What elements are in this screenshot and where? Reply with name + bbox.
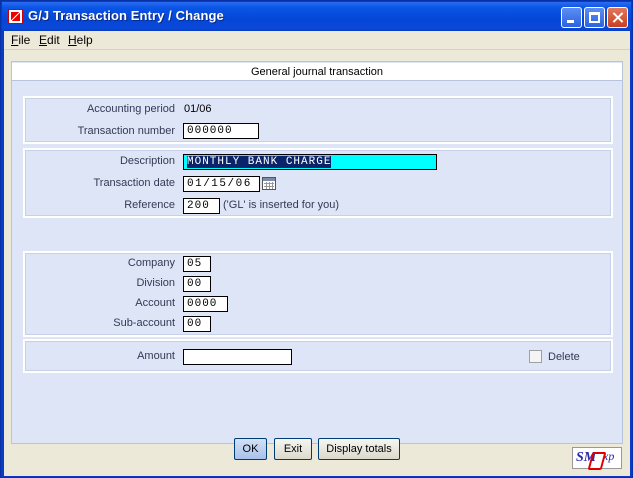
- transaction-number-label: Transaction number: [77, 125, 175, 137]
- description-label: Description: [119, 155, 175, 167]
- menu-edit[interactable]: Edit: [39, 33, 60, 47]
- logo-text: SM: [576, 450, 597, 465]
- maximize-button[interactable]: [584, 7, 605, 28]
- detail-group: Description MONTHLY BANK CHARGE Transact…: [23, 148, 613, 218]
- description-selected-text: MONTHLY BANK CHARGE: [187, 156, 332, 168]
- description-field[interactable]: MONTHLY BANK CHARGE: [183, 154, 437, 170]
- menu-bar: File Edit Help: [4, 31, 630, 50]
- amount-field[interactable]: [183, 349, 292, 365]
- menu-help[interactable]: Help: [68, 33, 93, 47]
- subaccount-field[interactable]: 00: [183, 316, 211, 332]
- company-field[interactable]: 05: [183, 256, 211, 272]
- close-button[interactable]: [607, 7, 628, 28]
- account-field[interactable]: 0000: [183, 296, 228, 312]
- minimize-button[interactable]: [561, 7, 582, 28]
- subaccount-label: Sub-account: [113, 317, 175, 329]
- transaction-number-field[interactable]: 000000: [183, 123, 259, 139]
- panel-header: General journal transaction: [12, 63, 622, 81]
- menu-file[interactable]: File: [11, 33, 30, 47]
- window-client: File Edit Help General journal transacti…: [4, 31, 630, 476]
- transaction-date-field[interactable]: 01/15/06: [183, 176, 260, 192]
- sm2-logo: SM xp: [572, 447, 622, 469]
- reference-label: Reference: [124, 199, 175, 211]
- window-title: G/J Transaction Entry / Change: [28, 8, 224, 23]
- amount-label: Amount: [137, 350, 175, 362]
- reference-hint: ('GL' is inserted for you): [223, 199, 340, 211]
- ok-button[interactable]: OK: [234, 438, 267, 460]
- period-group: Accounting period 01/06 Transaction numb…: [23, 96, 613, 144]
- display-totals-button[interactable]: Display totals: [318, 438, 400, 460]
- account-group: Company 05 Division 00 Account 0000 Sub-…: [23, 251, 613, 337]
- company-label: Company: [127, 257, 175, 269]
- app-window: G/J Transaction Entry / Change File Edit…: [0, 0, 633, 478]
- exit-button[interactable]: Exit: [274, 438, 312, 460]
- division-field[interactable]: 00: [183, 276, 211, 292]
- account-label: Account: [135, 297, 175, 309]
- logo-sup: xp: [603, 449, 615, 463]
- title-bar[interactable]: G/J Transaction Entry / Change: [2, 2, 631, 31]
- reference-field[interactable]: 200: [183, 198, 220, 214]
- calendar-icon[interactable]: [262, 177, 276, 190]
- app-icon[interactable]: [8, 9, 23, 24]
- division-label: Division: [136, 277, 175, 289]
- accounting-period-value: 01/06: [184, 103, 212, 115]
- delete-label: Delete: [548, 351, 580, 363]
- amount-group: Amount Delete: [23, 339, 613, 373]
- transaction-date-label: Transaction date: [93, 177, 175, 189]
- delete-checkbox[interactable]: [529, 350, 542, 363]
- accounting-period-label: Accounting period: [86, 103, 175, 115]
- transaction-panel: General journal transaction Accounting p…: [11, 61, 623, 444]
